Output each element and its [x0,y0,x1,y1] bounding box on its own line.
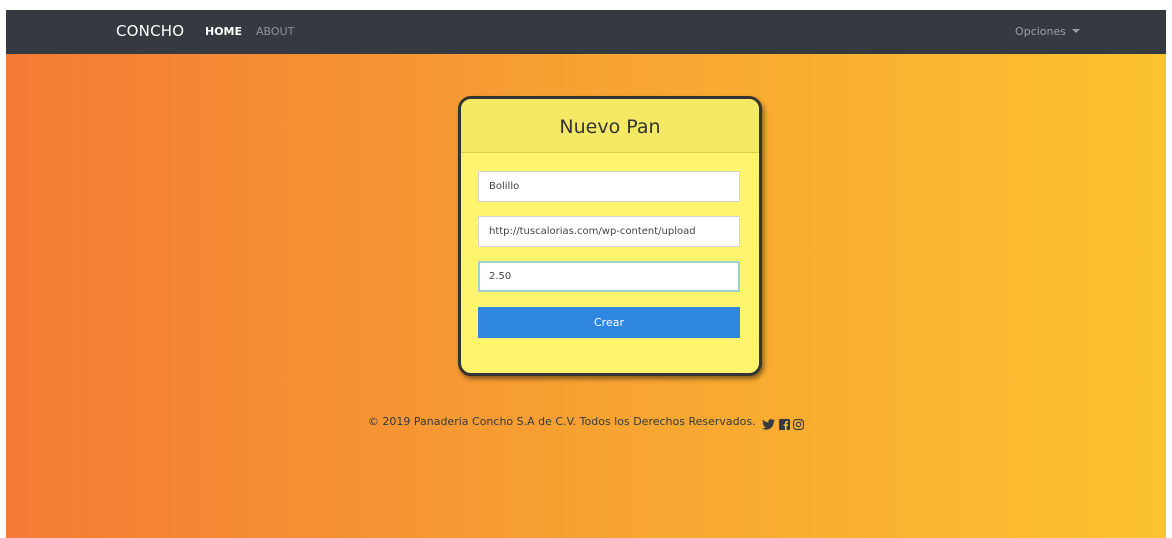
price-input[interactable] [478,261,740,292]
social-links [762,417,805,430]
facebook-icon[interactable] [778,418,790,430]
bread-name-input[interactable] [478,171,740,202]
nav-link-home[interactable]: HOME [205,25,242,38]
footer: © 2019 Panaderia Concho S.A de C.V. Todo… [6,415,1166,430]
instagram-icon[interactable] [793,418,805,430]
image-url-input[interactable] [478,216,740,247]
footer-copyright: © 2019 Panaderia Concho S.A de C.V. Todo… [367,415,756,428]
options-dropdown[interactable]: Opciones [1015,25,1080,38]
brand-link[interactable]: CONCHO [116,22,184,40]
nav-link-about[interactable]: ABOUT [256,25,294,38]
page-background: CONCHO HOME ABOUT Opciones Nuevo Pan Cre… [6,10,1166,538]
twitter-icon[interactable] [762,418,776,430]
card-title: Nuevo Pan [461,99,759,153]
new-bread-card: Nuevo Pan Crear [458,96,762,376]
caret-down-icon [1072,29,1080,33]
create-button[interactable]: Crear [478,307,740,338]
navbar: CONCHO HOME ABOUT Opciones [6,10,1166,54]
options-label: Opciones [1015,25,1066,38]
